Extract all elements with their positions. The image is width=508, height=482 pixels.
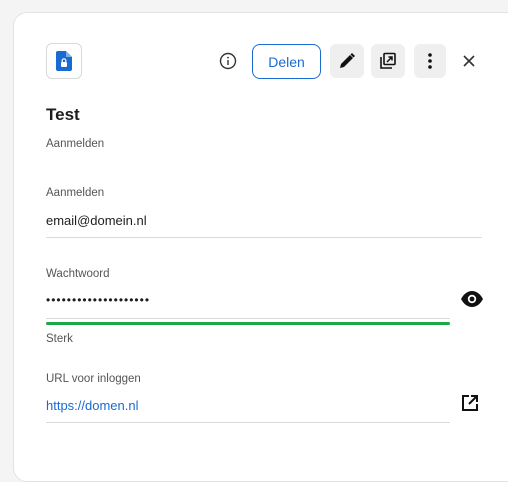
share-button[interactable]: Delen bbox=[252, 44, 321, 79]
login-divider bbox=[46, 237, 482, 238]
url-link[interactable]: https://domen.nl bbox=[46, 398, 139, 413]
password-strength-bar bbox=[46, 322, 450, 325]
more-options-button[interactable] bbox=[414, 44, 446, 78]
url-label: URL voor inloggen bbox=[46, 373, 141, 385]
edit-button[interactable] bbox=[330, 44, 364, 78]
open-url-button[interactable] bbox=[460, 393, 484, 417]
show-password-button[interactable] bbox=[460, 290, 484, 310]
login-label: Aanmelden bbox=[46, 187, 105, 199]
close-button[interactable] bbox=[455, 44, 483, 78]
password-value[interactable]: •••••••••••••••••••• bbox=[46, 293, 150, 307]
duplicate-button[interactable] bbox=[371, 44, 405, 78]
lock-file-icon bbox=[56, 51, 72, 71]
password-strength-label: Sterk bbox=[46, 333, 73, 345]
item-subtitle: Aanmelden bbox=[46, 138, 105, 150]
password-strength-fill bbox=[46, 322, 450, 325]
item-type-icon bbox=[46, 43, 82, 79]
info-button[interactable] bbox=[211, 44, 245, 78]
info-icon bbox=[219, 52, 237, 70]
password-label: Wachtwoord bbox=[46, 268, 110, 280]
close-icon bbox=[463, 55, 475, 67]
item-title: Test bbox=[46, 105, 80, 124]
pencil-icon bbox=[340, 53, 355, 68]
duplicate-icon bbox=[380, 52, 396, 69]
password-divider bbox=[46, 318, 450, 319]
login-value[interactable]: email@domein.nl bbox=[46, 213, 147, 228]
more-vertical-icon bbox=[428, 53, 432, 69]
url-divider bbox=[46, 422, 450, 423]
eye-icon bbox=[461, 291, 483, 307]
external-link-icon bbox=[462, 395, 478, 411]
